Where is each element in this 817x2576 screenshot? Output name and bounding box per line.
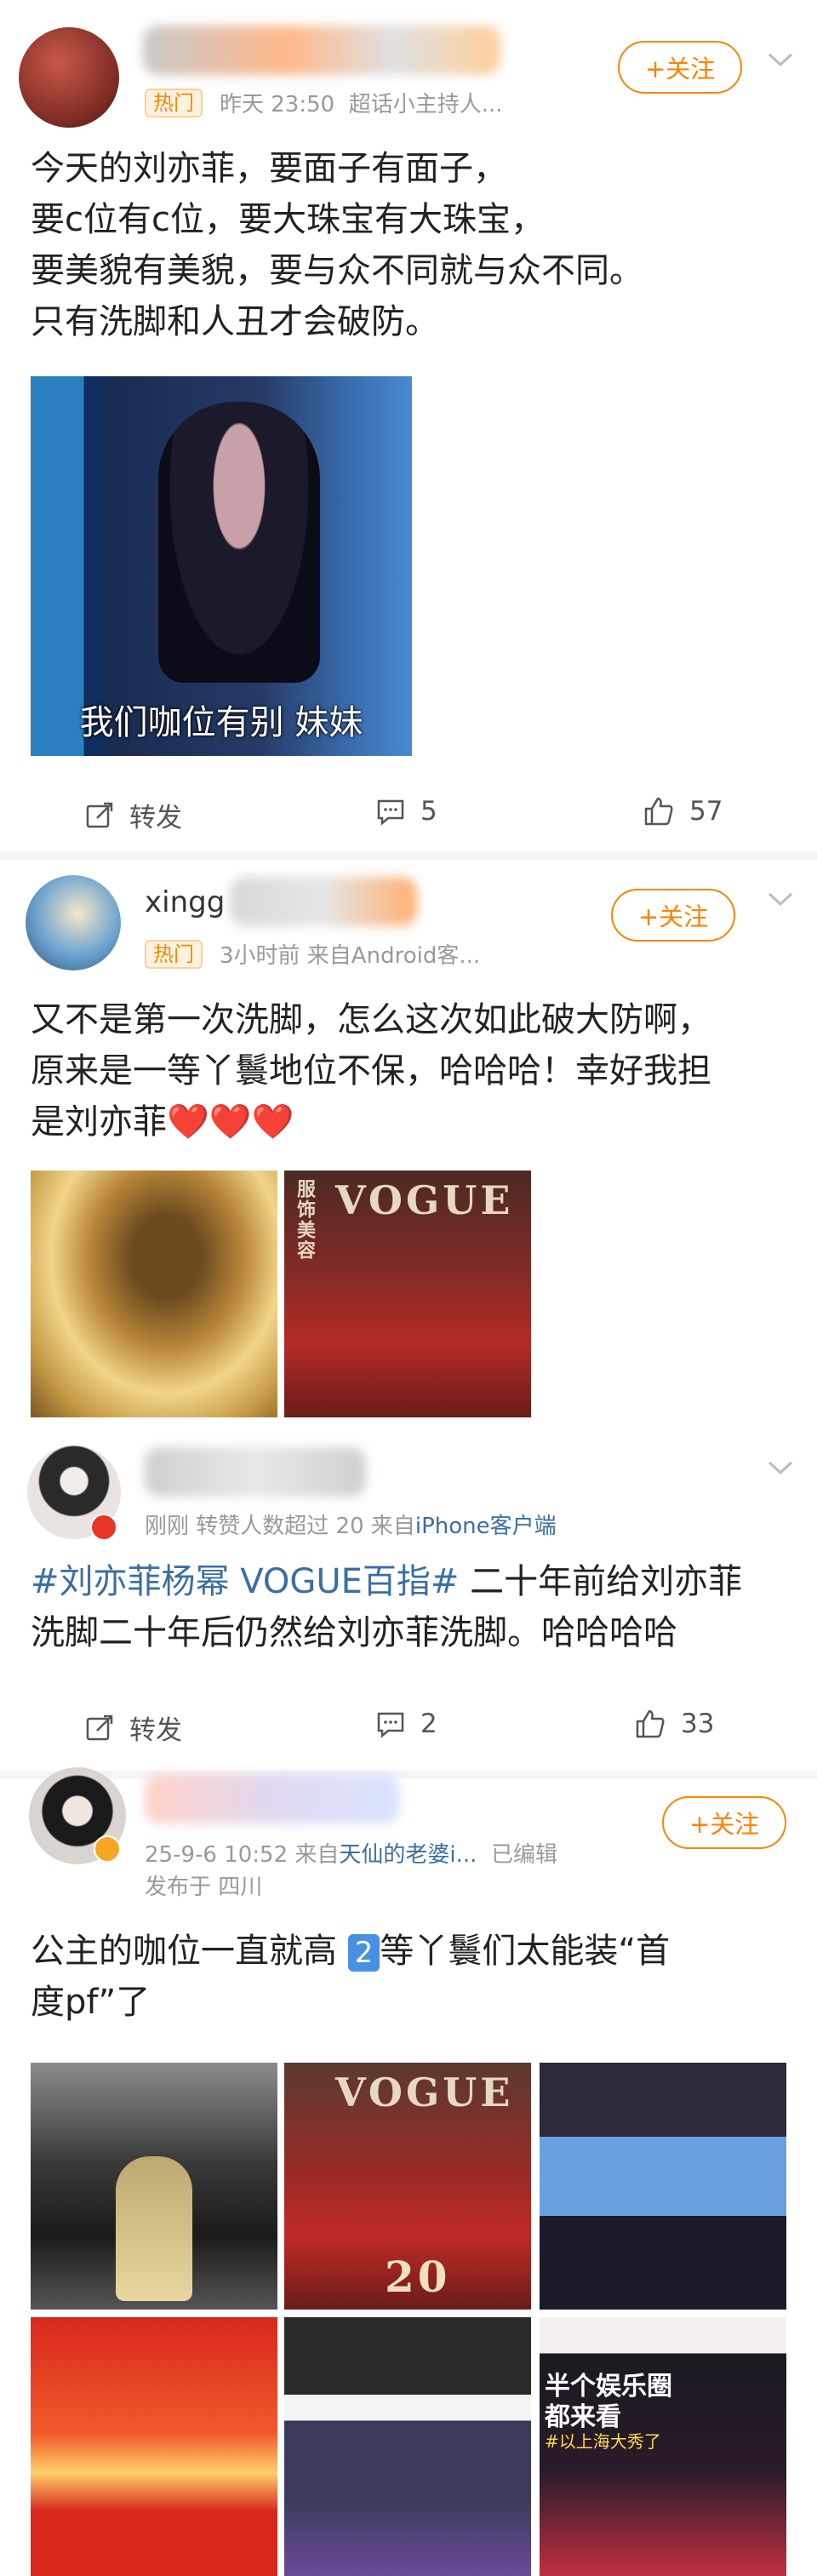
follow-button[interactable]: +关注 bbox=[618, 41, 742, 94]
post-text: #刘亦菲杨幂 VOGUE百指# 二十年前给刘亦菲 洗脚二十年后仍然给刘亦菲洗脚。… bbox=[31, 1556, 788, 1658]
source-link[interactable]: iPhone客户端 bbox=[415, 1514, 557, 1539]
username-blurred[interactable] bbox=[145, 1774, 400, 1823]
username[interactable]: xingg bbox=[145, 885, 225, 919]
post-text: 又不是第一次洗脚，怎么这次如此破大防啊， 原来是一等丫鬟地位不保，哈哈哈！幸好我… bbox=[31, 994, 788, 1148]
post-meta: 3小时前 来自Android客... bbox=[220, 943, 481, 969]
username-blurred[interactable] bbox=[145, 1447, 366, 1497]
post-4: 25-9-6 10:52 来自天仙的老婆i... 已编辑 发布于 四川 +关注 … bbox=[0, 1762, 817, 2576]
location: 发布于 四川 bbox=[145, 1875, 263, 1900]
hot-badge: 热门 bbox=[145, 89, 203, 117]
text-line: 度pf”了 bbox=[31, 1983, 151, 2022]
text-line: #刘亦菲杨幂 VOGUE百指# 二十年前给刘亦菲 bbox=[31, 1562, 743, 1601]
post-time: 昨天 23:50 bbox=[220, 92, 335, 117]
edited-label: 已编辑 bbox=[490, 1842, 557, 1868]
text-line: 今天的刘亦菲，要面子有面子， bbox=[31, 149, 507, 188]
text-line: 公主的咖位一直就高 2 等丫鬟们太能装“首 bbox=[31, 1932, 671, 1972]
verified-badge bbox=[94, 1835, 121, 1863]
repost-icon bbox=[86, 1714, 113, 1740]
repost-label: 转发 bbox=[129, 803, 182, 833]
follow-button[interactable]: +关注 bbox=[662, 1796, 786, 1849]
username-blurred[interactable] bbox=[143, 26, 500, 75]
hearts-emoji: ❤️❤️❤️ bbox=[167, 1102, 294, 1142]
like-count: 33 bbox=[681, 1709, 715, 1739]
post-text: 公主的咖位一直就高 2 等丫鬟们太能装“首 度pf”了 bbox=[31, 1926, 788, 2028]
comment-icon bbox=[377, 1712, 404, 1738]
hashtag-link[interactable]: #刘亦菲杨幂 VOGUE百指# bbox=[31, 1562, 459, 1601]
post-image-4[interactable] bbox=[31, 2317, 277, 2576]
thumbs-up-icon bbox=[644, 797, 673, 826]
repost-button[interactable]: 转发 bbox=[85, 796, 182, 834]
thumbs-up-icon bbox=[636, 1709, 665, 1738]
verified-badge bbox=[90, 1514, 117, 1541]
chevron-down-icon[interactable] bbox=[766, 1459, 795, 1478]
avatar[interactable] bbox=[19, 27, 119, 128]
post-image-5[interactable] bbox=[284, 2317, 531, 2576]
dress-shape bbox=[116, 2156, 192, 2301]
post-image-3[interactable] bbox=[540, 2063, 786, 2310]
username-blurred bbox=[230, 877, 417, 926]
text-line: 洗脚二十年后仍然给刘亦菲洗脚。哈哈哈哈 bbox=[31, 1613, 677, 1652]
follow-button[interactable]: +关注 bbox=[611, 889, 735, 942]
like-button[interactable]: 57 bbox=[643, 796, 723, 827]
number-emoji: 2 bbox=[347, 1934, 380, 1972]
action-bar: 转发 5 57 bbox=[0, 796, 817, 847]
comment-button[interactable]: 2 bbox=[376, 1709, 437, 1739]
hot-badge: 热门 bbox=[145, 940, 203, 969]
magazine-title: VOGUE bbox=[335, 2069, 514, 2115]
post-3: 刚刚 转赞人数超过 20 来自iPhone客户端 #刘亦菲杨幂 VOGUE百指#… bbox=[0, 1430, 817, 1766]
text-line: 要美貌有美貌，要与众不同就与众不同。 bbox=[31, 251, 643, 290]
overlay-text-3: #以上海大秀了 bbox=[545, 2431, 661, 2452]
text-line: 要c位有c位，要大珠宝有大珠宝， bbox=[31, 200, 545, 239]
post-source[interactable]: 超话小主持人... bbox=[349, 92, 503, 117]
post-image-1[interactable] bbox=[31, 1171, 277, 1417]
action-bar: 转发 2 33 bbox=[0, 1709, 817, 1760]
post-image-1[interactable] bbox=[31, 2063, 277, 2310]
avatar[interactable] bbox=[26, 875, 121, 970]
post-image-6[interactable]: 半个娱乐圈 都来看 #以上海大秀了 bbox=[540, 2317, 786, 2576]
chevron-down-icon[interactable] bbox=[766, 890, 795, 909]
repost-icon bbox=[86, 802, 113, 827]
figure-shape bbox=[158, 402, 320, 683]
post-image[interactable]: 我们咖位有别 妹妹 bbox=[31, 376, 412, 756]
post-meta: 25-9-6 10:52 来自天仙的老婆i... 已编辑 bbox=[145, 1842, 557, 1868]
magazine-cn-title: 服饰美容 bbox=[294, 1179, 316, 1261]
post-text: 今天的刘亦菲，要面子有面子， 要c位有c位，要大珠宝有大珠宝， 要美貌有美貌，要… bbox=[31, 143, 788, 347]
image-caption: 我们咖位有别 妹妹 bbox=[79, 703, 363, 742]
chevron-down-icon[interactable] bbox=[766, 51, 795, 70]
post-image-2[interactable]: VOGUE 服饰美容 bbox=[284, 1171, 531, 1417]
repost-button[interactable]: 转发 bbox=[85, 1709, 182, 1747]
text-line: 又不是第一次洗脚，怎么这次如此破大防啊， bbox=[31, 1000, 711, 1039]
post-2: xingg 热门 3小时前 来自Android客... +关注 又不是第一次洗脚… bbox=[0, 860, 817, 1426]
post-1: 热门 昨天 23:50 超话小主持人... +关注 今天的刘亦菲，要面子有面子，… bbox=[0, 0, 817, 839]
post-meta: 刚刚 转赞人数超过 20 来自iPhone客户端 bbox=[145, 1514, 557, 1539]
source-link[interactable]: 天仙的老婆i... bbox=[339, 1842, 477, 1868]
comment-button[interactable]: 5 bbox=[376, 796, 437, 827]
like-count: 57 bbox=[689, 796, 723, 827]
like-button[interactable]: 33 bbox=[635, 1709, 714, 1739]
separator bbox=[0, 851, 817, 860]
text-line: 只有洗脚和人丑才会破防。 bbox=[31, 302, 439, 341]
text-line: 原来是一等丫鬟地位不保，哈哈哈！幸好我担 bbox=[31, 1051, 711, 1091]
text-line: 是刘亦菲❤️❤️❤️ bbox=[31, 1102, 294, 1142]
comment-count: 5 bbox=[420, 796, 437, 827]
repost-label: 转发 bbox=[129, 1715, 182, 1746]
post-meta: 昨天 23:50 超话小主持人... bbox=[220, 87, 503, 118]
magazine-title: VOGUE bbox=[335, 1177, 514, 1223]
comment-count: 2 bbox=[420, 1709, 437, 1739]
comment-icon bbox=[377, 799, 404, 826]
post-image-2[interactable]: VOGUE 20 bbox=[284, 2063, 531, 2310]
magazine-issue: 20 bbox=[385, 2252, 451, 2302]
